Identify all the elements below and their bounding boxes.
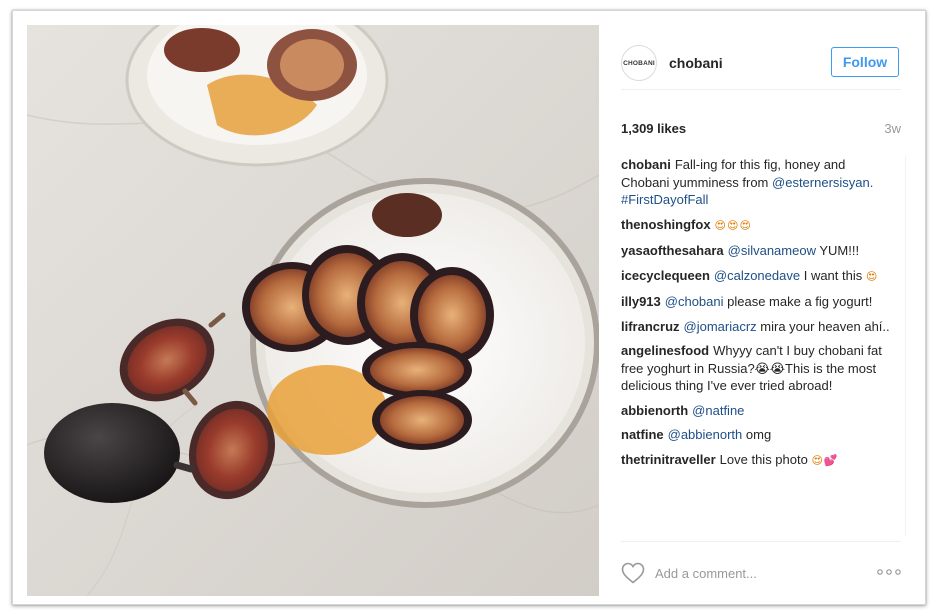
instagram-post-card: CHOBANI chobani Follow 1,309 likes 3w ch…: [12, 10, 926, 605]
follow-button[interactable]: Follow: [831, 47, 899, 77]
post-side-panel: CHOBANI chobani Follow 1,309 likes 3w ch…: [621, 25, 906, 597]
comment-text: I want this: [803, 267, 863, 283]
caption-hashtag[interactable]: #FirstDayofFall: [621, 192, 708, 207]
comment-text: mira your heaven ahí..: [760, 318, 890, 334]
comment-mention[interactable]: @natfine: [692, 403, 744, 418]
comment-username[interactable]: thenoshingfox: [621, 217, 711, 232]
comment-item: icecyclequeen @calzonedave I want this 😍: [621, 267, 905, 287]
comment-mention[interactable]: @calzonedave: [714, 268, 800, 283]
caption-username[interactable]: chobani: [621, 157, 671, 172]
post-meta: 1,309 likes 3w: [621, 91, 901, 137]
comment-text: omg: [745, 427, 772, 442]
comment-username[interactable]: illy913: [621, 294, 661, 309]
post-age: 3w: [884, 121, 901, 136]
comment-footer: [621, 541, 901, 597]
post-photo[interactable]: [27, 25, 599, 596]
comment-item: thenoshingfox 😍😍😍: [621, 216, 905, 236]
likes-count[interactable]: 1,309 likes: [621, 121, 686, 136]
caption-mention[interactable]: @esternersisyan.: [772, 175, 873, 190]
comment-username[interactable]: natfine: [621, 427, 664, 442]
comment-mention[interactable]: @chobani: [665, 294, 724, 309]
post-header: CHOBANI chobani Follow: [621, 25, 901, 90]
comment-text: YUM!!!: [819, 243, 860, 258]
comment-item: yasaofthesahara @silvanameow YUM!!!: [621, 242, 905, 260]
comment-username[interactable]: abbienorth: [621, 403, 688, 418]
comment-item: natfine @abbienorth omg: [621, 426, 905, 444]
comment-item: angelinesfood Whyyy can't I buy chobani f…: [621, 342, 905, 395]
caption: chobani Fall-ing for this fig, honey and …: [621, 156, 905, 209]
username-link[interactable]: chobani: [669, 55, 723, 71]
comment-username[interactable]: icecyclequeen: [621, 268, 710, 283]
comment-mention[interactable]: @abbienorth: [668, 427, 743, 442]
comment-item: illy913 @chobani please make a fig yogurt…: [621, 293, 905, 311]
comment-item: thetrinitraveller Love this photo 😍💕: [621, 451, 905, 471]
heart-icon[interactable]: [621, 562, 645, 584]
comment-username[interactable]: lifrancruz: [621, 319, 680, 334]
comment-item: lifrancruz @jomariacrz mira your heaven a…: [621, 318, 905, 336]
comment-item: abbienorth @natfine: [621, 402, 905, 420]
comment-emoji: 😍😍😍: [714, 219, 752, 232]
comment-username[interactable]: angelinesfood: [621, 343, 709, 358]
comments-list[interactable]: chobani Fall-ing for this fig, honey and …: [621, 156, 906, 536]
avatar[interactable]: CHOBANI: [621, 45, 657, 81]
comment-mention[interactable]: @silvanameow: [728, 243, 816, 258]
comment-emoji: 😍💕: [811, 454, 839, 467]
avatar-text: CHOBANI: [623, 59, 655, 67]
comment-emoji: 😍: [865, 270, 879, 283]
comment-username[interactable]: yasaofthesahara: [621, 243, 724, 258]
comment-username[interactable]: thetrinitraveller: [621, 452, 716, 467]
add-comment-input[interactable]: [655, 561, 855, 585]
comment-text: please make a fig yogurt!: [727, 294, 873, 309]
comment-mention[interactable]: @jomariacrz: [684, 319, 757, 334]
more-options-icon[interactable]: [877, 566, 901, 578]
comment-text: Love this photo: [719, 451, 808, 467]
